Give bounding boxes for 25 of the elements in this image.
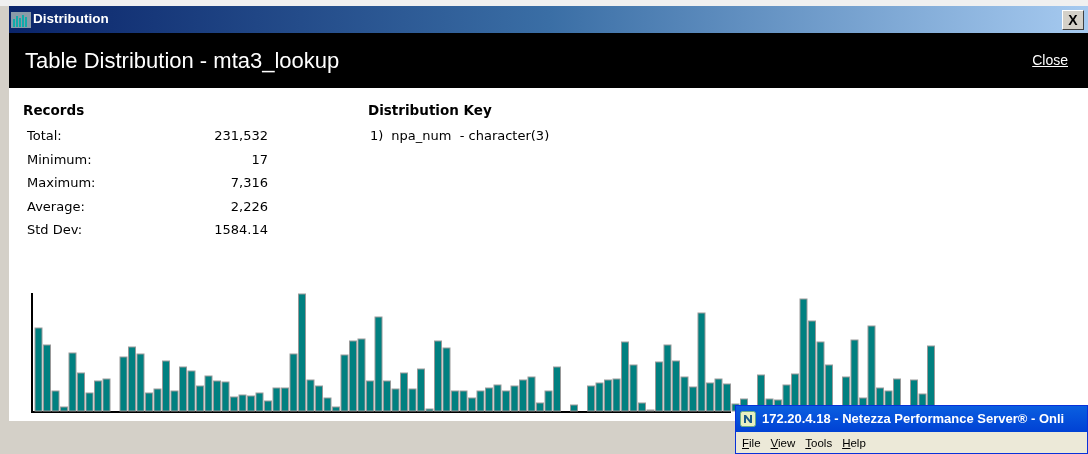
close-button[interactable]: X <box>1062 9 1084 30</box>
stat-label: Total: <box>27 127 62 146</box>
key-number: 1) <box>370 127 384 146</box>
stat-value: 2,226 <box>230 197 268 216</box>
stat-label: Minimum: <box>27 150 92 169</box>
stat-label: Average: <box>27 197 85 216</box>
menu-item[interactable]: Help <box>842 435 866 453</box>
section-heading: Distribution Key <box>368 101 493 120</box>
page-title: Table Distribution - mta3_lookup <box>25 47 340 75</box>
stat-value: 7,316 <box>230 174 268 193</box>
menu-item[interactable]: Tools <box>805 435 833 453</box>
app-logo-icon <box>740 411 756 427</box>
stat-value: 1584.14 <box>214 221 268 240</box>
window-title: Distribution <box>33 10 109 29</box>
close-link[interactable]: Close <box>1032 50 1068 71</box>
key-column: npa_num - character(3) <box>391 126 550 146</box>
stat-label: Maximum: <box>27 174 96 193</box>
stat-value: 17 <box>251 150 268 169</box>
bar-chart-icon <box>11 11 31 28</box>
stat-label: Std Dev: <box>27 221 83 240</box>
window-title: 172.20.4.18 - Netezza Performance Server® - Onli <box>762 410 1065 429</box>
menu-item[interactable]: View <box>770 435 796 453</box>
section-heading: Records <box>23 101 86 120</box>
menu-item[interactable]: File <box>742 435 761 453</box>
stat-value: 231,532 <box>214 127 268 146</box>
